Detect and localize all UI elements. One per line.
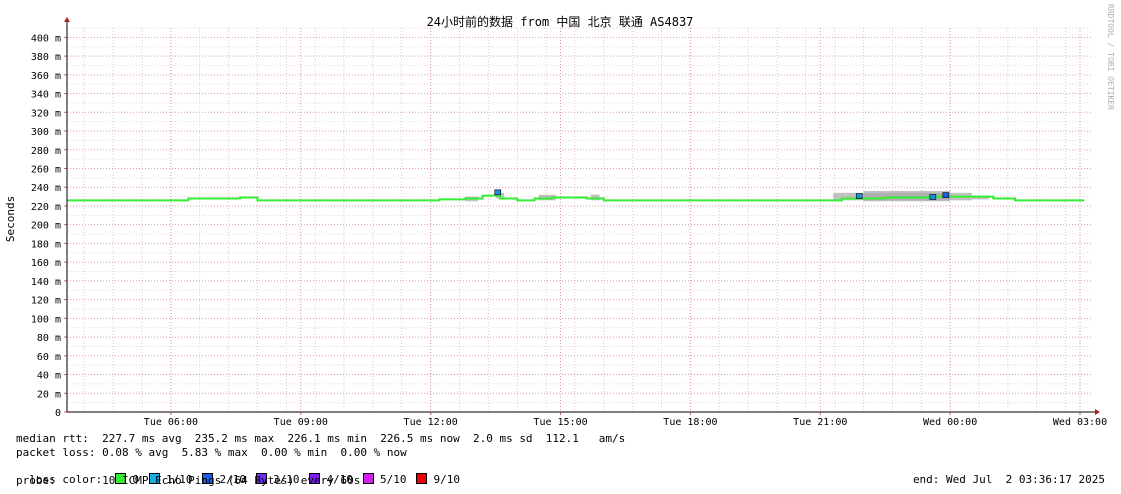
- loss-color-swatch: [416, 473, 428, 484]
- y-tick-label: 280 m: [31, 146, 61, 157]
- loss-color-text: 5/10: [379, 473, 407, 486]
- end-timestamp: end: Wed Jul 2 03:36:17 2025: [912, 473, 1105, 486]
- axes: [64, 17, 1100, 415]
- y-tick-label: 40 m: [37, 371, 61, 382]
- rrdtool-watermark: RRDTOOL / TOBI OETIKER: [1106, 4, 1115, 110]
- y-tick-label: 240 m: [31, 183, 61, 194]
- chart-title: 24小时前的数据 from 中国 北京 联通 AS4837: [427, 14, 694, 29]
- y-axis-label: Seconds: [4, 196, 17, 242]
- x-tick-label: Wed 03:00: [1053, 417, 1107, 428]
- y-tick-label: 320 m: [31, 108, 61, 119]
- tick-labels: 0 20 m 40 m 60 m 80 m 100 m 120 m 140 m 160 m 180…: [31, 33, 1107, 428]
- x-tick-label: Tue 06:00: [144, 417, 198, 428]
- loss-color-item: 9/10: [416, 473, 460, 486]
- loss-color-text: 9/10: [433, 473, 460, 486]
- x-tick-label: Wed 00:00: [923, 417, 977, 428]
- loss-color-item: 5/10: [362, 473, 407, 486]
- y-tick-label: 260 m: [31, 164, 61, 175]
- y-tick-label: 300 m: [31, 127, 61, 138]
- y-tick-label: 120 m: [31, 296, 61, 307]
- latency-chart: 0 20 m 40 m 60 m 80 m 100 m 120 m 140 m 160 m 180…: [4, 4, 1115, 428]
- x-tick-label: Tue 12:00: [404, 417, 458, 428]
- x-tick-label: Tue 15:00: [533, 417, 587, 428]
- y-tick-label: 80 m: [37, 333, 61, 344]
- packet-loss-stats: packet loss: 0.08 % avg 5.83 % max 0.00 …: [16, 446, 407, 459]
- y-tick-label: 0: [55, 408, 61, 419]
- y-tick-label: 100 m: [31, 314, 61, 325]
- y-tick-label: 340 m: [31, 90, 61, 101]
- y-tick-label: 200 m: [31, 221, 61, 232]
- x-tick-label: Tue 18:00: [663, 417, 717, 428]
- grid: [67, 27, 1093, 412]
- loss-marker: [929, 194, 937, 200]
- y-tick-label: 160 m: [31, 258, 61, 269]
- y-tick-label: 360 m: [31, 71, 61, 82]
- x-axis-arrow: [1095, 409, 1100, 415]
- y-tick-label: 220 m: [31, 202, 61, 213]
- x-tick-label: Tue 21:00: [793, 417, 847, 428]
- probe-info: probe: 10 ICMP Echo Pings (64 Bytes) eve…: [16, 474, 361, 487]
- median-rtt-stats: median rtt: 227.7 ms avg 235.2 ms max 22…: [16, 432, 626, 445]
- y-tick-label: 140 m: [31, 277, 61, 288]
- y-axis-arrow: [64, 17, 70, 22]
- y-tick-label: 380 m: [31, 52, 61, 63]
- y-tick-label: 180 m: [31, 239, 61, 250]
- loss-marker: [494, 189, 502, 196]
- y-tick-label: 400 m: [31, 33, 61, 44]
- loss-marker: [855, 193, 863, 199]
- loss-color-swatch: [362, 473, 374, 484]
- y-tick-label: 60 m: [37, 352, 61, 363]
- loss-marker: [942, 192, 950, 198]
- x-tick-label: Tue 09:00: [274, 417, 328, 428]
- y-tick-label: 20 m: [37, 389, 61, 400]
